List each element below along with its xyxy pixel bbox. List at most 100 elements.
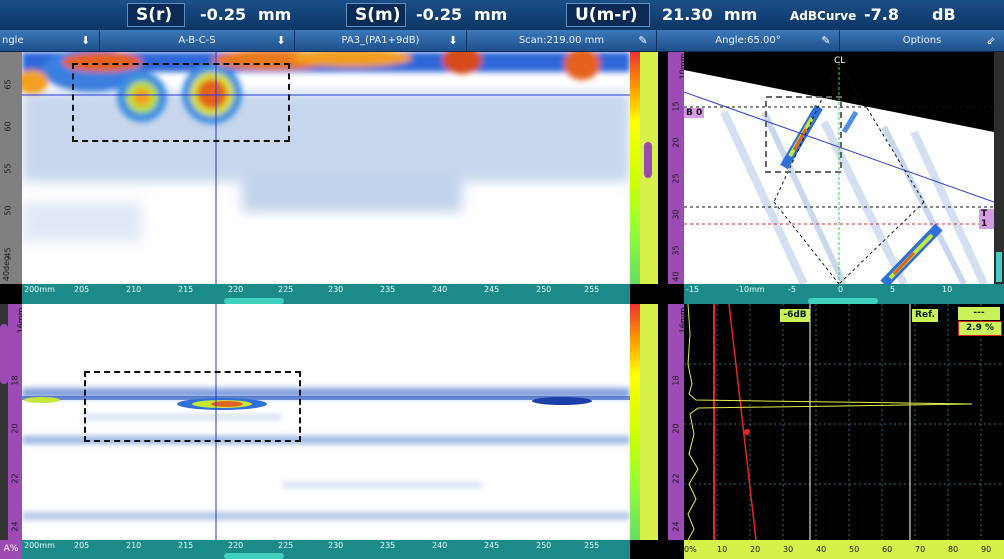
- bscan-v-tick: 18: [10, 375, 20, 386]
- cscan-vertical-scale[interactable]: 65 60 55 50 45 40deg: [0, 52, 22, 284]
- bscan-h-tick: 225: [278, 541, 294, 550]
- bscan-gate-box[interactable]: [84, 371, 301, 442]
- cscan-h-tick: 245: [484, 285, 500, 294]
- dropdown-arrow-icon: ⬇: [81, 34, 91, 47]
- cscan-h-tick: 235: [380, 285, 396, 294]
- bscan-h-tick: 220: [228, 541, 244, 550]
- readout-unit-umr: mm: [724, 5, 758, 24]
- bscan-h-tick: 230: [328, 541, 344, 550]
- group-label: PA3_(PA1+9dB): [341, 35, 420, 46]
- sscan-view[interactable]: CL B 0 T 1: [684, 52, 994, 284]
- bscan-view[interactable]: [22, 304, 630, 540]
- cscan-horizontal-scale[interactable]: 200mm 205 210 215 220 225 230 235 240 24…: [22, 284, 630, 304]
- minus-6db-marker[interactable]: -6dB: [780, 309, 810, 322]
- bscan-h-tick: 210: [126, 541, 142, 550]
- cscan-h-tick: 210: [126, 285, 142, 294]
- angle-view-dropdown[interactable]: ngle ⬇: [0, 30, 100, 52]
- sscan-v-tick: 40: [671, 271, 681, 282]
- cscan-h-tick: 250: [536, 285, 552, 294]
- angle-field[interactable]: Angle:65.00° ✎: [657, 30, 840, 52]
- options-label: Options: [902, 35, 942, 46]
- cscan-gate-box[interactable]: [72, 63, 290, 142]
- ascan-h-tick: 60: [882, 545, 893, 554]
- cscan-h-tick: 200mm: [24, 285, 55, 294]
- cscan-v-tick: 60: [3, 121, 13, 132]
- sscan-h-tick: -5: [788, 285, 796, 294]
- angle-label: Angle:65.00°: [715, 35, 781, 46]
- options-icon: ⇙: [986, 34, 996, 47]
- bscan-amplitude-scale[interactable]: [640, 304, 658, 540]
- readout-unit-adbcurve: dB: [932, 5, 956, 24]
- ascan-h-tick: 20: [750, 545, 761, 554]
- readout-value-sm: -0.25: [416, 5, 463, 24]
- readout-bar: S(r) -0.25 mm S(m) -0.25 mm U(m-r) 21.30…: [0, 0, 1004, 30]
- sscan-h-tick: -15: [686, 285, 700, 294]
- bscan-h-tick: 205: [74, 541, 90, 550]
- ascan-h-tick: 90: [981, 545, 992, 554]
- cscan-h-tick: 220: [228, 285, 244, 294]
- cscan-h-tick: 215: [178, 285, 194, 294]
- ascan-v-tick: 18: [671, 375, 681, 386]
- sscan-h-tick: 10: [942, 285, 953, 294]
- bscan-h-scroll-handle[interactable]: [224, 553, 284, 559]
- cscan-view[interactable]: [22, 52, 630, 284]
- dropdown-arrow-icon: ⬇: [448, 34, 458, 47]
- bscan-slider-handle[interactable]: [0, 324, 8, 384]
- angle-view-label: ngle: [2, 35, 24, 46]
- readout-label-sm[interactable]: S(m): [346, 3, 406, 27]
- pencil-icon: ✎: [638, 34, 648, 47]
- bscan-color-palette[interactable]: [630, 304, 640, 540]
- scan-position-field[interactable]: Scan:219.00 mm ✎: [467, 30, 657, 52]
- readout-label-sr[interactable]: S(r): [127, 3, 185, 27]
- ascan-view[interactable]: -6dB Ref. --- 2.9 %: [684, 304, 1004, 540]
- readout-label-adbcurve[interactable]: AdBCurve: [790, 6, 856, 26]
- sscan-vertical-scale[interactable]: 10mm 15 20 25 30 35 40: [668, 52, 687, 284]
- group-dropdown[interactable]: PA3_(PA1+9dB) ⬇: [295, 30, 467, 52]
- ascan-v-tick: 22: [671, 473, 681, 484]
- amplitude-readout: 2.9 %: [958, 321, 1002, 336]
- cscan-h-tick: 255: [584, 285, 600, 294]
- readout-label-umr[interactable]: U(m-r): [566, 3, 650, 27]
- ascan-horizontal-scale[interactable]: 0% 10 20 30 40 50 60 70 80 90: [684, 540, 1004, 559]
- view-toolbar: ngle ⬇ A-B-C-S ⬇ PA3_(PA1+9dB) ⬇ Scan:21…: [0, 30, 1004, 52]
- ascan-h-tick: 70: [915, 545, 926, 554]
- bscan-v-tick: 20: [10, 423, 20, 434]
- ascan-vertical-scale[interactable]: 16mm 18 20 22 24: [668, 304, 687, 540]
- ascan-h-tick: 10: [717, 545, 728, 554]
- ascan-v-tick: 24: [671, 521, 681, 532]
- sscan-v-tick: 15: [671, 101, 681, 112]
- reference-marker[interactable]: Ref.: [912, 309, 938, 322]
- sscan-horizontal-scale[interactable]: -15 -10mm -5 0 5 10: [684, 284, 1004, 304]
- sscan-v-tick: 20: [671, 137, 681, 148]
- cscan-color-palette[interactable]: [630, 52, 640, 284]
- b0-marker[interactable]: B 0: [684, 108, 705, 118]
- bscan-left-strip: [0, 304, 8, 540]
- readout-unit-sm: mm: [474, 5, 508, 24]
- cscan-v-tick: 55: [3, 163, 13, 174]
- bscan-h-tick: 215: [178, 541, 194, 550]
- bscan-v-tick: 24: [10, 521, 20, 532]
- cscan-v-tick: 65: [3, 79, 13, 90]
- sscan-right-handle[interactable]: [996, 252, 1002, 282]
- cscan-amplitude-scale[interactable]: [640, 52, 658, 284]
- sscan-right-scale[interactable]: [994, 52, 1004, 284]
- readout-value-sr: -0.25: [200, 5, 247, 24]
- sscan-h-tick: 5: [890, 285, 896, 294]
- bscan-horizontal-scale[interactable]: 200mm 205 210 215 220 225 230 235 240 24…: [22, 540, 630, 559]
- sscan-h-tick: -10mm: [736, 285, 765, 294]
- t1-marker[interactable]: T 1: [979, 209, 994, 229]
- cscan-v-tick: 50: [3, 205, 13, 216]
- scale-slider-handle[interactable]: [644, 142, 652, 178]
- options-menu[interactable]: Options ⇙: [840, 30, 1004, 52]
- readout-unit-sr: mm: [258, 5, 292, 24]
- pencil-icon: ✎: [821, 34, 831, 47]
- bscan-vertical-scale[interactable]: 16mm 18 20 22 24: [8, 304, 25, 540]
- bscan-h-tick: 255: [584, 541, 600, 550]
- bscan-h-tick: 240: [432, 541, 448, 550]
- ascan-h-tick: 80: [948, 545, 959, 554]
- bscan-h-tick: 235: [380, 541, 396, 550]
- sscan-v-tick: 25: [671, 173, 681, 184]
- sscan-v-tick: 35: [671, 245, 681, 256]
- layout-dropdown[interactable]: A-B-C-S ⬇: [100, 30, 295, 52]
- cscan-v-label: 40deg: [2, 255, 12, 282]
